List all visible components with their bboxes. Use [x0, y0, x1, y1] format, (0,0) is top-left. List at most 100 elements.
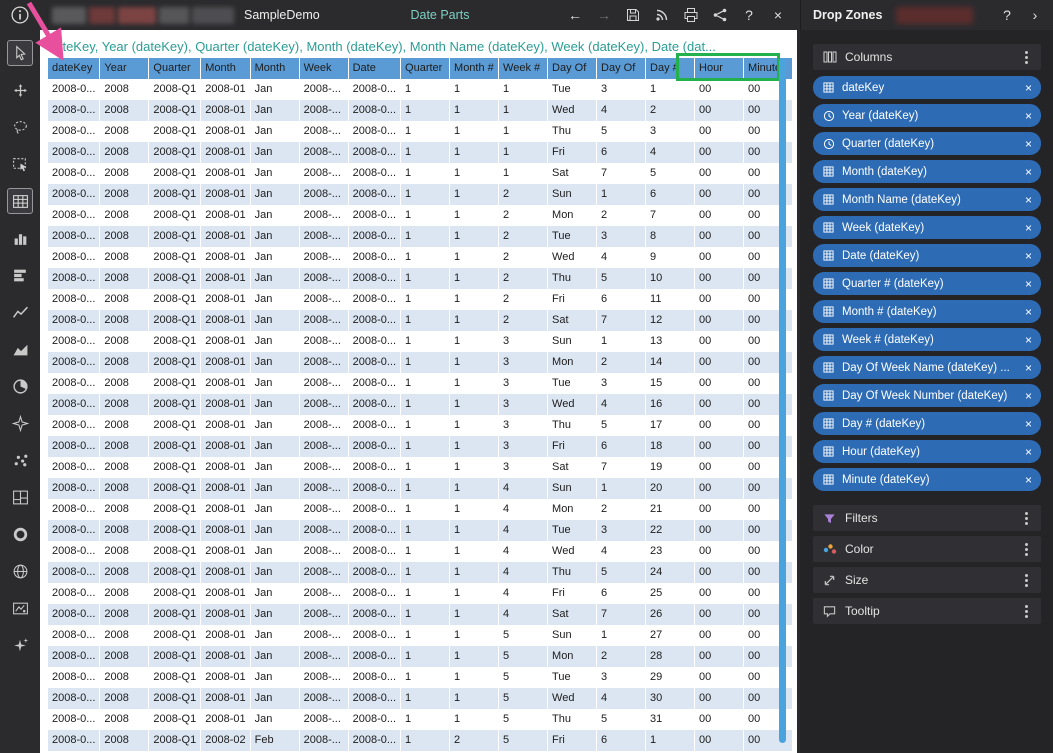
print-icon[interactable] [683, 6, 699, 24]
column-header[interactable]: Month [250, 58, 299, 79]
close-icon[interactable]: × [770, 6, 786, 24]
column-header[interactable]: Month # [450, 58, 499, 79]
kebab-menu-icon[interactable] [1020, 605, 1032, 618]
vertical-scrollbar[interactable] [779, 58, 786, 743]
column-pill[interactable]: dateKey× [813, 76, 1041, 99]
kebab-menu-icon[interactable] [1020, 512, 1032, 525]
treemap-chart-icon[interactable] [7, 484, 33, 510]
lasso-tool-icon[interactable] [7, 114, 33, 140]
kebab-menu-icon[interactable] [1020, 574, 1032, 587]
info-icon[interactable] [0, 6, 40, 24]
column-header[interactable]: dateKey [48, 58, 100, 79]
remove-icon[interactable]: × [1025, 362, 1032, 374]
dropzone-filters[interactable]: Filters [813, 505, 1041, 531]
remove-icon[interactable]: × [1025, 474, 1032, 486]
grid-field-icon [822, 362, 835, 373]
column-pill[interactable]: Month Name (dateKey)× [813, 188, 1041, 211]
share-icon[interactable] [712, 6, 728, 24]
column-pill[interactable]: Day # (dateKey)× [813, 412, 1041, 435]
area-chart-icon[interactable] [7, 336, 33, 362]
remove-icon[interactable]: × [1025, 390, 1032, 402]
back-icon[interactable]: ← [567, 6, 583, 24]
table-cell: 00 [695, 205, 744, 226]
bar-chart-icon[interactable] [7, 262, 33, 288]
view-title[interactable]: Date Parts [410, 8, 469, 22]
pie-chart-icon[interactable] [7, 373, 33, 399]
column-pill[interactable]: Month (dateKey)× [813, 160, 1041, 183]
help-icon[interactable]: ? [741, 6, 757, 24]
save-icon[interactable] [625, 6, 641, 24]
column-header[interactable]: Day Of [548, 58, 597, 79]
column-header[interactable]: Week [299, 58, 348, 79]
column-header[interactable]: Date [348, 58, 400, 79]
remove-icon[interactable]: × [1025, 110, 1032, 122]
pointer-tool-icon[interactable] [7, 40, 33, 66]
remove-icon[interactable]: × [1025, 334, 1032, 346]
table-cell: Thu [548, 268, 597, 289]
remove-icon[interactable]: × [1025, 194, 1032, 206]
remove-icon[interactable]: × [1025, 222, 1032, 234]
remove-icon[interactable]: × [1025, 250, 1032, 262]
radial-chart-icon[interactable] [7, 410, 33, 436]
kebab-menu-icon[interactable] [1020, 543, 1032, 556]
remove-icon[interactable]: × [1025, 166, 1032, 178]
table-cell: 4 [499, 499, 548, 520]
column-pill[interactable]: Day Of Week Number (dateKey)× [813, 384, 1041, 407]
image-export-icon[interactable] [7, 595, 33, 621]
line-chart-icon[interactable] [7, 299, 33, 325]
broadcast-icon[interactable] [654, 6, 670, 24]
table-cell: 00 [695, 100, 744, 121]
column-pill[interactable]: Date (dateKey)× [813, 244, 1041, 267]
help-icon[interactable]: ? [999, 6, 1015, 24]
table-cell: 00 [695, 331, 744, 352]
doughnut-chart-icon[interactable] [7, 521, 33, 547]
column-pill[interactable]: Week # (dateKey)× [813, 328, 1041, 351]
table-cell: 1 [450, 688, 499, 709]
column-header[interactable]: Quarter [149, 58, 201, 79]
chevron-right-icon[interactable]: › [1027, 6, 1043, 24]
ai-assist-icon[interactable] [7, 632, 33, 658]
column-header[interactable]: Month [201, 58, 250, 79]
column-header[interactable]: Day Of [597, 58, 646, 79]
column-header[interactable]: Week # [499, 58, 548, 79]
marquee-tool-icon[interactable] [7, 151, 33, 177]
remove-icon[interactable]: × [1025, 306, 1032, 318]
column-chart-icon[interactable] [7, 225, 33, 251]
table-cell: 2008-0... [348, 520, 400, 541]
dropzone-size[interactable]: Size [813, 567, 1041, 593]
column-pill[interactable]: Hour (dateKey)× [813, 440, 1041, 463]
map-chart-icon[interactable] [7, 558, 33, 584]
table-cell: 1 [401, 415, 450, 436]
dropzone-tooltip[interactable]: Tooltip [813, 598, 1041, 624]
columns-section-header[interactable]: Columns [813, 44, 1041, 70]
table-cell: 2008 [100, 436, 149, 457]
column-pill[interactable]: Week (dateKey)× [813, 216, 1041, 239]
column-pill[interactable]: Minute (dateKey)× [813, 468, 1041, 491]
column-header[interactable]: Year [100, 58, 149, 79]
column-pill[interactable]: Year (dateKey)× [813, 104, 1041, 127]
table-cell: 1 [401, 163, 450, 184]
table-cell: 00 [695, 163, 744, 184]
column-header[interactable]: Hour [695, 58, 744, 79]
move-tool-icon[interactable] [7, 77, 33, 103]
remove-icon[interactable]: × [1025, 446, 1032, 458]
scatter-chart-icon[interactable] [7, 447, 33, 473]
remove-icon[interactable]: × [1025, 278, 1032, 290]
table-cell: 2008-01 [201, 520, 250, 541]
remove-icon[interactable]: × [1025, 82, 1032, 94]
column-pill[interactable]: Day Of Week Name (dateKey) ...× [813, 356, 1041, 379]
grid-visualization-icon[interactable] [7, 188, 33, 214]
column-pill[interactable]: Quarter (dateKey)× [813, 132, 1041, 155]
remove-icon[interactable]: × [1025, 138, 1032, 150]
dropzone-color[interactable]: Color [813, 536, 1041, 562]
column-pill[interactable]: Month # (dateKey)× [813, 300, 1041, 323]
column-pill[interactable]: Quarter # (dateKey)× [813, 272, 1041, 295]
table-cell: Tue [548, 79, 597, 100]
column-header[interactable]: Quarter [401, 58, 450, 79]
remove-icon[interactable]: × [1025, 418, 1032, 430]
table-cell: 2008 [100, 373, 149, 394]
forward-icon[interactable]: → [596, 6, 612, 24]
column-header[interactable]: Day # [646, 58, 695, 79]
kebab-menu-icon[interactable] [1020, 51, 1032, 64]
table-cell: 1 [401, 541, 450, 562]
